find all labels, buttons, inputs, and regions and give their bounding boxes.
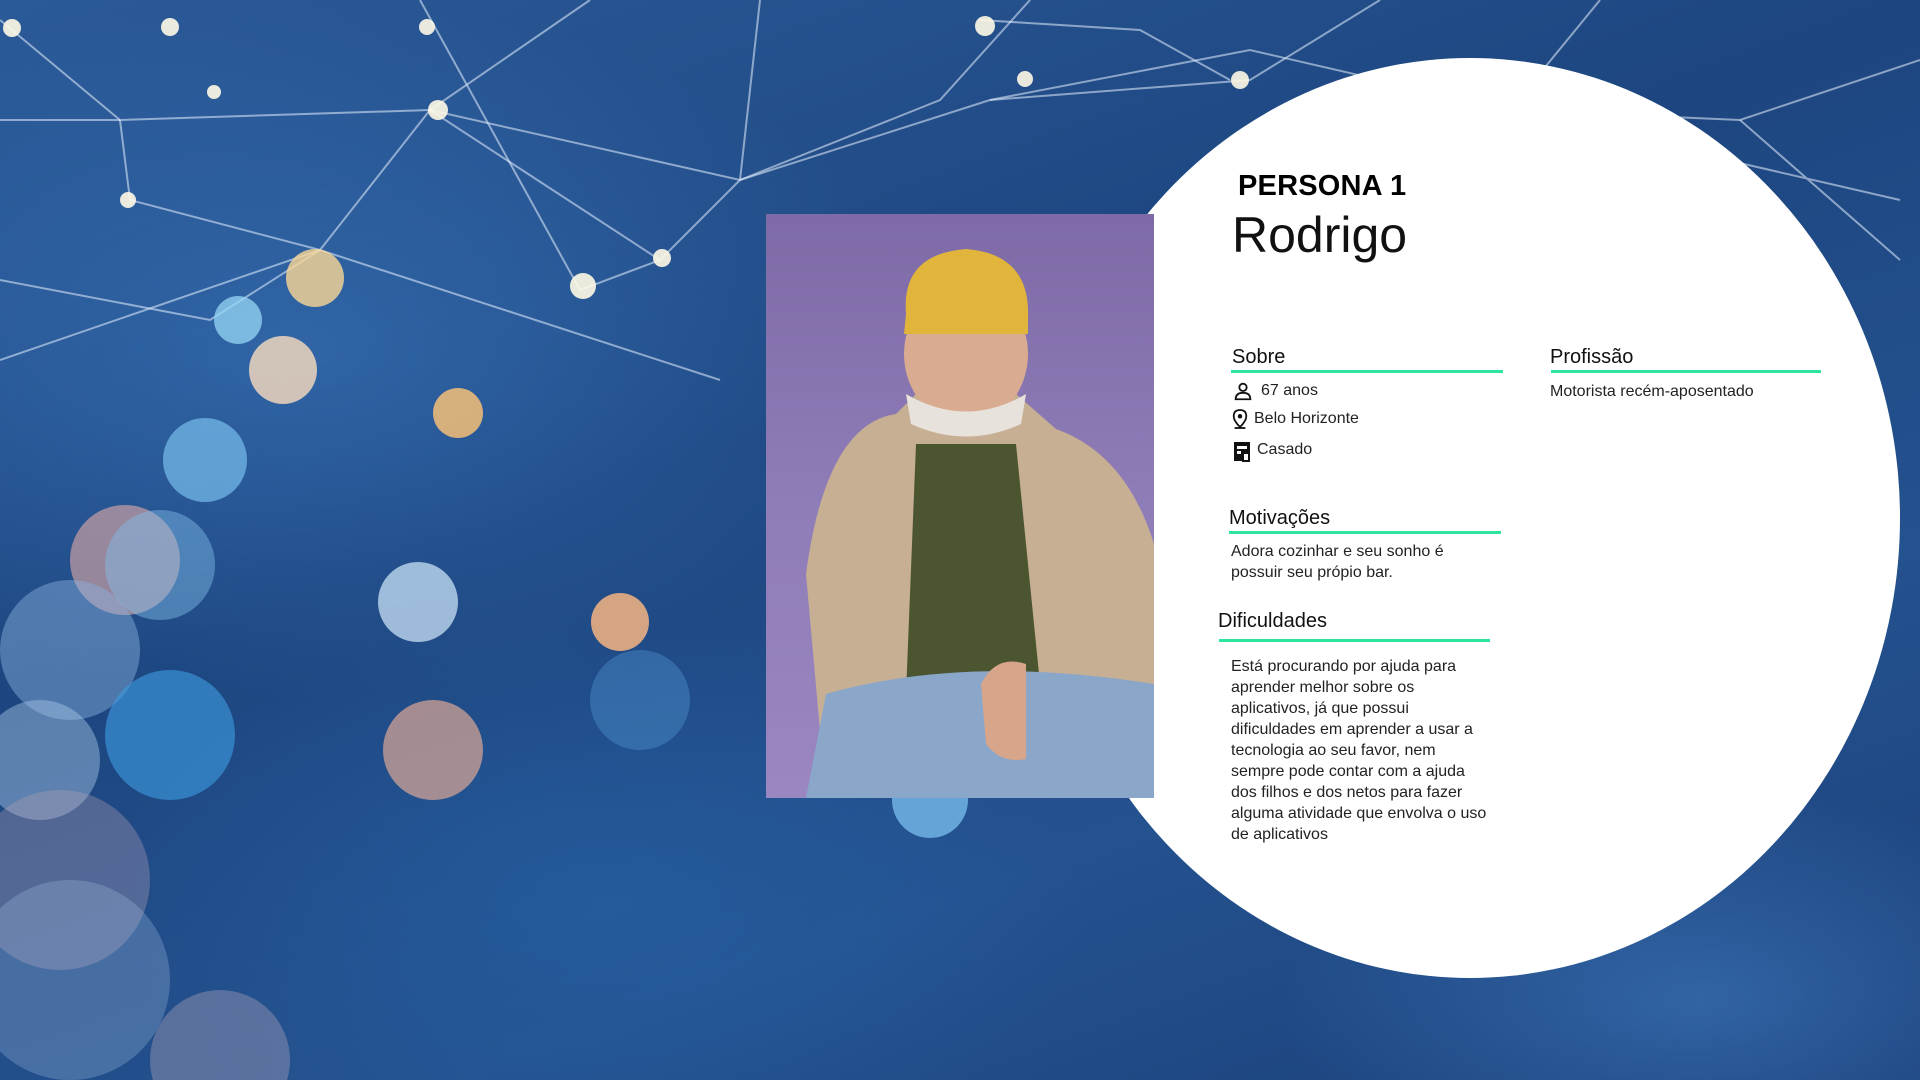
section-divider-motivacoes [1229, 531, 1501, 534]
about-location-text: Belo Horizonte [1254, 410, 1359, 427]
section-title-profissao: Profissão [1550, 346, 1634, 368]
about-item-status: Casado [1232, 439, 1313, 462]
motivations-text: Adora cozinhar e seu sonho é possuir seu… [1231, 543, 1444, 581]
persona-name: Rodrigo [1232, 207, 1408, 263]
profession-text: Motorista recém-aposentado [1550, 383, 1754, 400]
person-icon [1232, 380, 1254, 402]
location-pin-icon [1231, 408, 1249, 430]
persona-photo [766, 214, 1154, 798]
section-divider-sobre [1231, 370, 1503, 373]
difficulties-text: Está procurando por ajuda para aprender … [1231, 658, 1487, 843]
about-status-text: Casado [1257, 441, 1313, 458]
section-title-sobre: Sobre [1232, 346, 1286, 368]
about-item-age: 67 anos [1232, 380, 1318, 402]
section-title-dificuldades: Dificuldades [1218, 610, 1327, 632]
about-age-text: 67 anos [1261, 382, 1318, 399]
section-divider-dificuldades [1219, 639, 1490, 642]
about-item-location: Belo Horizonte [1231, 408, 1359, 430]
persona-label: PERSONA 1 [1238, 170, 1407, 202]
building-icon [1232, 439, 1252, 462]
persona-portrait-image [806, 249, 1154, 798]
section-title-motivacoes: Motivações [1229, 507, 1331, 529]
section-divider-profissao [1551, 370, 1821, 373]
